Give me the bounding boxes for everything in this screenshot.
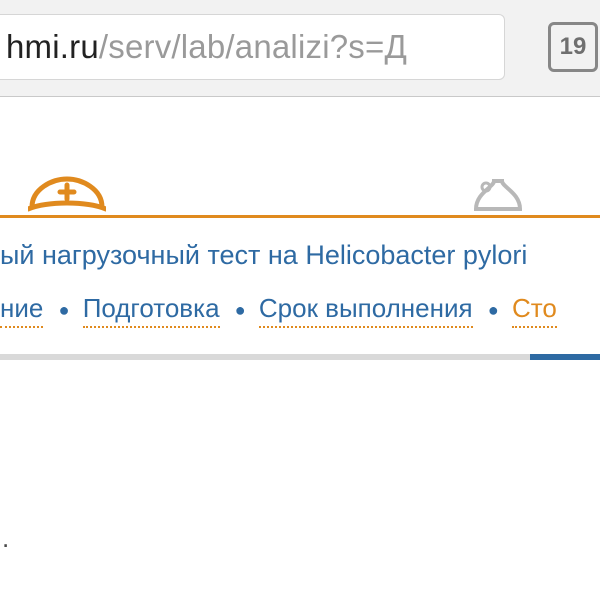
icon-row — [0, 167, 600, 215]
tab-duration[interactable]: Срок выполнения — [259, 293, 473, 328]
text-fragment: . — [2, 523, 9, 554]
content-card: ый нагрузочный тест на Helicobacter pylo… — [0, 167, 600, 360]
page-content: ый нагрузочный тест на Helicobacter pylo… — [0, 97, 600, 600]
page-title: ый нагрузочный тест на Helicobacter pylo… — [0, 240, 600, 271]
bullet-icon: ● — [488, 300, 499, 320]
progress-fill — [530, 354, 600, 360]
url-path: /serv/lab/analizi?s=Д — [99, 28, 407, 66]
browser-chrome: hmi.ru/serv/lab/analizi?s=Д 19 — [0, 0, 600, 97]
bullet-icon: ● — [59, 300, 70, 320]
url-bar[interactable]: hmi.ru/serv/lab/analizi?s=Д — [0, 14, 505, 80]
url-host: hmi.ru — [6, 28, 99, 66]
progress-bar — [0, 354, 600, 360]
bullet-icon: ● — [235, 300, 246, 320]
tab-price[interactable]: Сто — [512, 293, 557, 328]
tab-description[interactable]: ние — [0, 293, 43, 328]
tab-preparation[interactable]: Подготовка — [83, 293, 220, 328]
tab-switcher-button[interactable]: 19 — [540, 18, 600, 74]
tab-count: 19 — [560, 33, 587, 61]
nurse-cap-icon — [28, 175, 106, 213]
section-tabs: ние ● Подготовка ● Срок выполнения ● Сто — [0, 293, 600, 324]
tab-count-box: 19 — [548, 22, 598, 72]
divider-orange — [0, 215, 600, 218]
flask-icon — [470, 179, 524, 213]
